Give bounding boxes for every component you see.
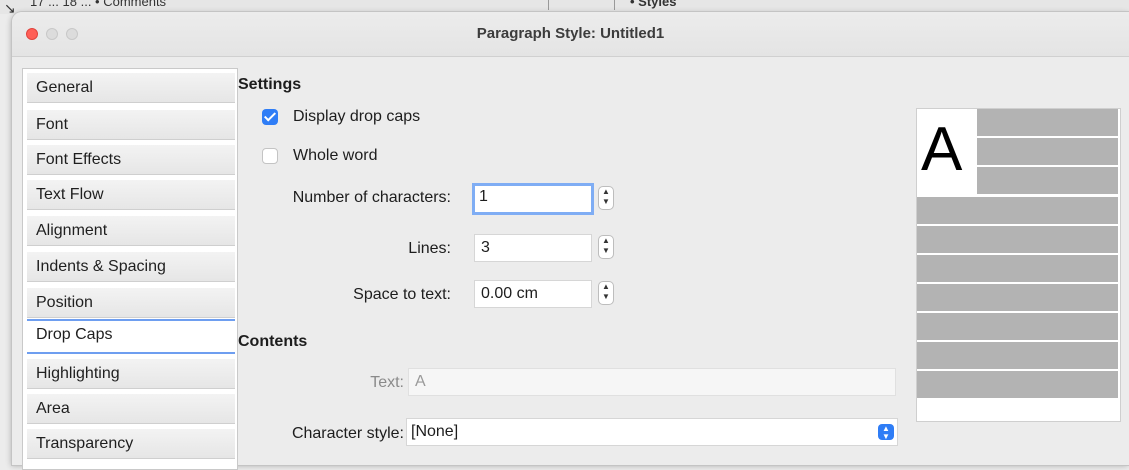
- character-style-select[interactable]: [None] ▲ ▼: [406, 418, 898, 446]
- display-drop-caps-label: Display drop caps: [293, 108, 421, 125]
- background-arrow-icon: ↘: [4, 0, 16, 14]
- tab-general[interactable]: General: [27, 73, 235, 103]
- tab-highlighting[interactable]: Highlighting: [27, 359, 235, 389]
- space-to-text-label: Space to text:: [353, 286, 451, 303]
- background-right-text: • Styles: [630, 0, 677, 9]
- tab-list: General Font Font Effects Text Flow Alig…: [22, 68, 238, 470]
- preview-line: [917, 226, 1118, 253]
- tab-font[interactable]: Font: [27, 110, 235, 140]
- whole-word-label: Whole word: [293, 147, 378, 164]
- character-style-label: Character style:: [291, 425, 404, 442]
- preview-line: [977, 167, 1118, 194]
- chevron-up-down-icon: ▲ ▼: [878, 424, 894, 441]
- preview-line: [917, 313, 1118, 340]
- lines-input[interactable]: 3: [474, 234, 592, 262]
- background-left-text: 17 ... 18 ... • Comments: [30, 0, 167, 9]
- text-label: Text:: [370, 374, 404, 391]
- display-drop-caps-checkbox[interactable]: [262, 109, 278, 125]
- number-of-characters-label: Number of characters:: [292, 189, 451, 206]
- paragraph-style-dialog: Paragraph Style: Untitled1 General Font …: [12, 12, 1129, 470]
- preview-line: [917, 371, 1118, 398]
- tab-font-effects[interactable]: Font Effects: [27, 145, 235, 175]
- settings-heading: Settings: [238, 76, 302, 93]
- drop-caps-preview: A: [916, 108, 1121, 422]
- number-of-characters-input[interactable]: 1: [472, 183, 594, 215]
- preview-line: [917, 197, 1118, 224]
- whole-word-checkbox[interactable]: [262, 148, 278, 164]
- preview-drop-cap-letter: A: [921, 115, 963, 184]
- character-style-value: [None]: [411, 423, 459, 440]
- tab-drop-caps[interactable]: Drop Caps: [27, 319, 235, 354]
- preview-line: [977, 138, 1118, 165]
- number-of-characters-stepper[interactable]: ▲ ▼: [598, 186, 614, 210]
- window-title: Paragraph Style: Untitled1: [476, 25, 665, 42]
- space-to-text-input[interactable]: 0.00 cm: [474, 280, 592, 308]
- lines-label: Lines:: [408, 240, 451, 257]
- space-to-text-stepper[interactable]: ▲ ▼: [598, 281, 614, 305]
- preview-line: [977, 109, 1118, 136]
- tab-alignment[interactable]: Alignment: [27, 216, 235, 246]
- tab-transparency[interactable]: Transparency: [27, 429, 235, 459]
- lines-stepper[interactable]: ▲ ▼: [598, 235, 614, 259]
- tab-text-flow[interactable]: Text Flow: [27, 180, 235, 210]
- preview-line: [917, 284, 1118, 311]
- tab-area[interactable]: Area: [27, 394, 235, 424]
- preview-line: [917, 342, 1118, 369]
- contents-heading: Contents: [238, 333, 308, 350]
- preview-line: [917, 255, 1118, 282]
- title-bar: Paragraph Style: Untitled1: [12, 12, 1129, 57]
- background-separator: [614, 0, 615, 10]
- tab-indents-spacing[interactable]: Indents & Spacing: [27, 252, 235, 282]
- text-input[interactable]: A: [408, 368, 896, 396]
- background-separator: [548, 0, 549, 10]
- tab-position[interactable]: Position: [27, 288, 235, 318]
